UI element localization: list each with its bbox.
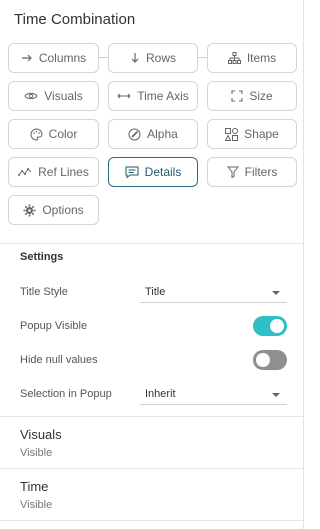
hide-null-label: Hide null values: [20, 354, 98, 366]
ref-lines-button[interactable]: Ref Lines: [8, 157, 99, 187]
expand-corners-icon: [231, 90, 243, 102]
eye-icon: [24, 91, 38, 101]
title-style-dropdown[interactable]: Title: [140, 281, 287, 303]
visuals-button[interactable]: Visuals: [8, 81, 99, 111]
rows-button[interactable]: Rows: [108, 43, 198, 73]
time-axis-label: Time Axis: [137, 89, 189, 103]
arrow-right-icon: [21, 53, 33, 63]
shape-button[interactable]: Shape: [207, 119, 297, 149]
detail-item-title: Time: [20, 479, 49, 494]
time-axis-button[interactable]: Time Axis: [108, 81, 198, 111]
columns-button[interactable]: Columns: [8, 43, 99, 73]
rows-label: Rows: [145, 51, 176, 65]
detail-item-subtitle: Visible: [20, 499, 53, 511]
title-style-value: Title: [145, 286, 166, 298]
selection-popup-label: Selection in Popup: [20, 388, 112, 400]
title-style-label: Title Style: [20, 286, 68, 298]
detail-item-title: Visuals: [20, 427, 62, 442]
panel-title: Time Combination: [14, 11, 136, 28]
caret-down-icon: [272, 393, 280, 397]
horizontal-arrows-icon: [117, 92, 131, 100]
size-label: Size: [249, 89, 273, 103]
caret-down-icon: [272, 291, 280, 295]
size-button[interactable]: Size: [207, 81, 297, 111]
gear-icon: [23, 204, 36, 217]
connector: [198, 57, 207, 58]
alpha-button[interactable]: Alpha: [108, 119, 198, 149]
arrow-down-icon: [130, 52, 140, 64]
details-label: Details: [144, 165, 182, 179]
items-label: Items: [246, 51, 277, 65]
filters-button[interactable]: Filters: [207, 157, 297, 187]
hierarchy-icon: [227, 52, 241, 64]
color-button[interactable]: Color: [8, 119, 99, 149]
items-button[interactable]: Items: [207, 43, 297, 73]
shapes-icon: [225, 127, 239, 141]
options-button[interactable]: Options: [8, 195, 99, 225]
funnel-icon: [226, 166, 239, 178]
opacity-icon: [128, 128, 141, 141]
toggle-knob: [270, 319, 284, 333]
comment-icon: [125, 166, 139, 178]
divider: [0, 416, 304, 417]
color-label: Color: [48, 127, 78, 141]
options-label: Options: [42, 203, 84, 217]
filters-label: Filters: [244, 165, 278, 179]
settings-heading: Settings: [20, 251, 64, 263]
alpha-label: Alpha: [147, 127, 178, 141]
selection-popup-value: Inherit: [145, 388, 176, 400]
details-button[interactable]: Details: [108, 157, 198, 187]
line-chart-icon: [18, 167, 32, 177]
ref-lines-label: Ref Lines: [38, 165, 89, 179]
popup-visible-label: Popup Visible: [20, 320, 88, 332]
visuals-label: Visuals: [44, 89, 83, 103]
palette-icon: [30, 127, 43, 141]
columns-label: Columns: [38, 51, 87, 65]
detail-item-subtitle: Visible: [20, 447, 53, 459]
shape-label: Shape: [244, 127, 279, 141]
connector: [99, 57, 108, 58]
toggle-knob: [256, 353, 270, 367]
divider: [0, 520, 304, 521]
selection-popup-dropdown[interactable]: Inherit: [140, 383, 287, 405]
hide-null-toggle[interactable]: [253, 350, 287, 370]
divider: [0, 468, 304, 469]
properties-panel: Time Combination Columns Rows Items Visu…: [0, 0, 304, 529]
divider: [0, 243, 304, 244]
popup-visible-toggle[interactable]: [253, 316, 287, 336]
